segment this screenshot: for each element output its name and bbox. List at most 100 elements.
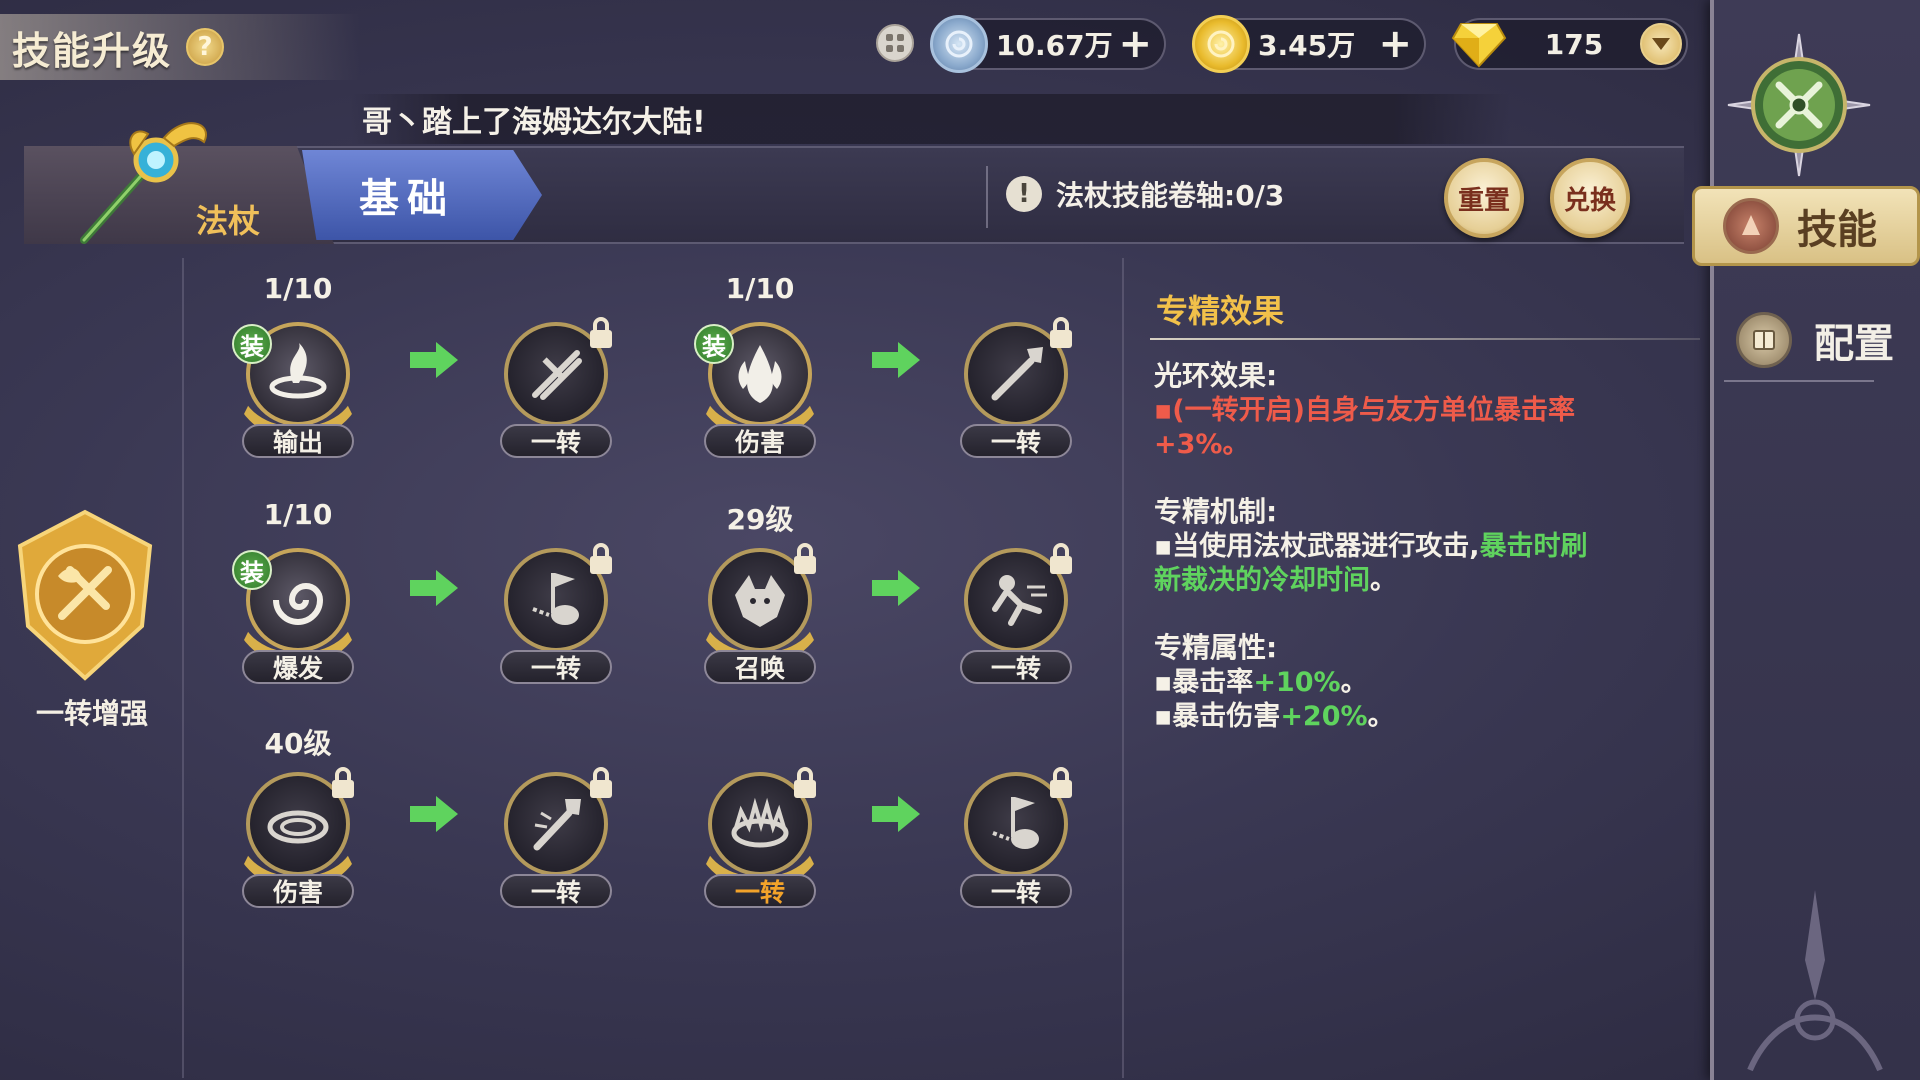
book-icon (1736, 312, 1792, 368)
gold-coin-icon (1192, 15, 1250, 73)
skill-node-damage[interactable]: 1/10 装 伤害 (694, 272, 826, 462)
silver-coin-display: 10.67万 + (930, 15, 1166, 73)
skill-node-summon[interactable]: 29级 召唤 (694, 503, 826, 688)
left-panel-divider (182, 258, 184, 1078)
skill-tag: 一转 (960, 650, 1072, 684)
tab-basic[interactable]: 基础 (302, 150, 542, 240)
skill-tag: 伤害 (242, 874, 354, 908)
announcement-text: 哥丶踏上了海姆达尔大陆! (362, 105, 706, 140)
skill-tag: 一转 (960, 874, 1072, 908)
announcement-marquee: 哥丶踏上了海姆达尔大陆! (350, 94, 1510, 144)
aura-effect-line-1: ▪(一转开启)自身与友方单位暴击率 (1154, 395, 1575, 426)
lock-icon (1050, 767, 1072, 798)
skill-tag-highlight: 一转 (704, 874, 816, 908)
crit-rate-attribute: ▪暴击率+10%。 (1154, 666, 1694, 700)
mastery-attribute-section: 专精属性: ▪暴击率+10%。 ▪暴击伤害+20%。 (1154, 626, 1694, 734)
skill-scroll-count: 法杖技能卷轴:0/3 (1056, 179, 1285, 212)
silver-coin-add-button[interactable]: + (1118, 24, 1152, 64)
silver-coin-value: 10.67万 (996, 29, 1113, 62)
arrow-right-icon (872, 796, 920, 832)
enhance-label: 一转增强 (36, 697, 149, 730)
silver-coin-icon (930, 15, 988, 73)
lock-icon (794, 767, 816, 798)
equipped-badge: 装 (232, 324, 272, 364)
skill-scroll-info: ! 法杖技能卷轴:0/3 (1006, 174, 1284, 214)
sidebar-tab-config[interactable]: 配置 (1710, 300, 1920, 380)
aura-effect-section: 光环效果: ▪(一转开启)自身与友方单位暴击率 +3%。 (1154, 354, 1694, 462)
gold-coin-add-button[interactable]: + (1378, 24, 1412, 64)
crit-rate-suffix: 。 (1340, 667, 1368, 698)
gold-coin-value: 3.45万 (1258, 29, 1356, 62)
page-title-bar: 技能升级 ? (0, 14, 360, 80)
skill-node-transfer-2[interactable]: 一转 (954, 312, 1078, 462)
crit-damage-attribute: ▪暴击伤害+20%。 (1154, 700, 1694, 734)
lock-icon (1050, 317, 1072, 348)
skill-tab-icon (1723, 198, 1779, 254)
skill-node-transfer-3[interactable]: 一转 (494, 538, 618, 688)
arrow-right-icon (872, 570, 920, 606)
header-divider (986, 166, 988, 228)
skill-node-transfer-1[interactable]: 一转 (494, 312, 618, 462)
arrow-right-icon (410, 570, 458, 606)
lock-icon (332, 767, 354, 798)
skill-tag: 召唤 (704, 650, 816, 684)
mastery-mechanic-highlight-2: 新裁决的冷却时间 (1154, 565, 1370, 596)
mastery-effect-title: 专精效果 (1156, 292, 1285, 330)
lock-icon (1050, 543, 1072, 574)
crit-damage-value: +20% (1280, 701, 1368, 732)
skill-tag: 一转 (500, 874, 612, 908)
gold-coin-display: 3.45万 + (1192, 15, 1426, 73)
warning-icon[interactable]: ! (1006, 176, 1042, 212)
diamond-display: 175 (1451, 18, 1688, 70)
mastery-mechanic-prefix: ▪当使用法杖武器进行攻击, (1154, 531, 1480, 562)
sidebar-ornament-icon (1747, 890, 1883, 1072)
skill-tag: 一转 (960, 424, 1072, 458)
skill-node-transfer-5[interactable]: 一转 (494, 762, 618, 912)
aura-effect-heading: 光环效果: (1154, 359, 1278, 392)
skill-tag: 一转 (500, 650, 612, 684)
skill-node-output[interactable]: 1/10 装 输出 (232, 272, 364, 462)
sidebar-divider (1724, 380, 1874, 382)
menu-grid-icon[interactable] (876, 24, 914, 62)
skill-node-transfer-7[interactable]: 一转 (954, 762, 1078, 912)
mastery-attribute-heading: 专精属性: (1154, 631, 1278, 664)
crit-rate-label: ▪暴击率 (1154, 667, 1254, 698)
skill-level-text: 1/10 (725, 272, 795, 305)
skill-level-text: 29级 (726, 503, 794, 536)
skill-level-text: 1/10 (263, 272, 333, 305)
diamond-value: 175 (1544, 27, 1604, 61)
skill-node-transfer-4[interactable]: 一转 (954, 538, 1078, 688)
skill-level-text: 40级 (264, 727, 332, 760)
crit-damage-label: ▪暴击伤害 (1154, 701, 1281, 732)
first-transfer-enhance-badge[interactable] (10, 506, 160, 686)
mastery-mechanic-line-2: 新裁决的冷却时间。 (1154, 564, 1694, 598)
skill-tag: 伤害 (704, 424, 816, 458)
skill-node-damage-2[interactable]: 40级 伤害 (232, 727, 364, 912)
sidebar-tab-skill[interactable]: 技能 (1692, 186, 1920, 266)
lock-icon (590, 317, 612, 348)
description-panel-divider (1122, 258, 1124, 1078)
arrow-right-icon (410, 796, 458, 832)
aura-effect-line-2: +3%。 (1154, 429, 1250, 460)
sidebar-tab-skill-label: 技能 (1797, 207, 1877, 253)
arrow-right-icon (872, 342, 920, 378)
equipped-badge: 装 (694, 324, 734, 364)
dropdown-chevron-icon[interactable] (1640, 23, 1682, 65)
mastery-mechanic-heading: 专精机制: (1154, 495, 1278, 528)
help-icon[interactable]: ? (186, 28, 225, 66)
page-title: 技能升级 (12, 28, 173, 73)
equipped-badge: 装 (232, 550, 272, 590)
skill-level-text: 1/10 (263, 498, 333, 531)
reset-button[interactable]: 重置 (1444, 158, 1524, 238)
mastery-mechanic-highlight-1: 暴击时刷 (1479, 531, 1588, 562)
skill-node-transfer-6[interactable]: 一转 (694, 762, 826, 912)
mastery-mechanic-section: 专精机制: ▪当使用法杖武器进行攻击,暴击时刷 新裁决的冷却时间。 (1154, 490, 1694, 598)
crit-damage-suffix: 。 (1367, 701, 1395, 732)
skill-node-burst[interactable]: 1/10 装 爆发 (232, 498, 364, 688)
skill-tag: 一转 (500, 424, 612, 458)
arrow-right-icon (410, 342, 458, 378)
exchange-button[interactable]: 兑换 (1550, 158, 1630, 238)
tab-basic-label: 基础 (359, 176, 455, 222)
mastery-effect-divider (1150, 338, 1700, 340)
mastery-mechanic-line-1: ▪当使用法杖武器进行攻击,暴击时刷 (1154, 530, 1694, 564)
